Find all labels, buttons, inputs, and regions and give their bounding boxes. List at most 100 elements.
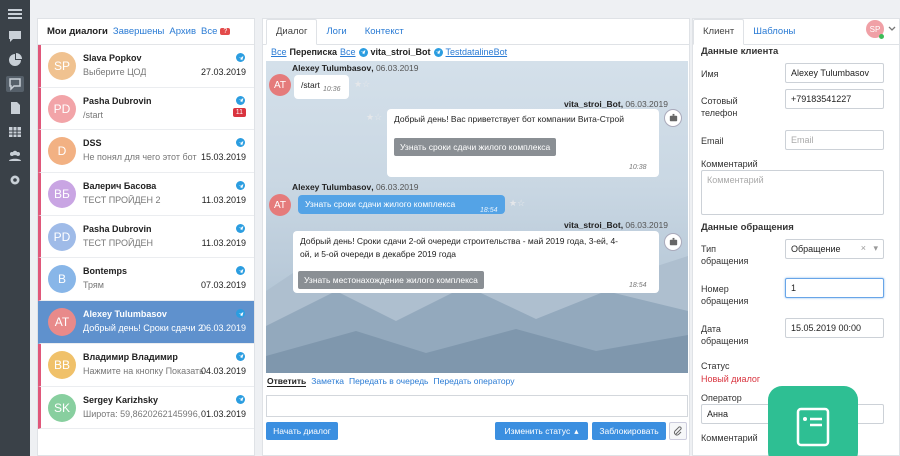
client-section-title: Данные клиента <box>701 46 779 57</box>
message-time: 10:36 <box>323 86 341 93</box>
action-queue[interactable]: Передать в очередь <box>349 376 429 387</box>
name-field[interactable]: Alexey Tulumbasov <box>785 63 884 83</box>
app-root: Мои диалоги Завершены Архив Все ? SP Slav… <box>0 0 900 456</box>
tab-dialog[interactable]: Диалог <box>266 19 318 45</box>
tab-logs[interactable]: Логи <box>317 26 355 44</box>
dialog-date: 07.03.2019 <box>200 280 246 291</box>
chat-icon[interactable] <box>6 28 24 44</box>
dialog-item[interactable]: ВВ Владимир Владимир Нажмите на кнопку Пок… <box>38 343 254 387</box>
chevron-down-icon: ▾ <box>873 243 878 253</box>
dialog-item[interactable]: ВБ Валерич Басова ТЕСТ ПРОЙДЕН 2 11.03.2019 <box>38 173 254 216</box>
dialog-name: Pasha Dubrovin <box>83 223 152 234</box>
paperclip-icon <box>674 426 682 436</box>
chevron-down-icon[interactable] <box>888 26 896 32</box>
status-value: Новый диалог <box>701 374 761 384</box>
dialog-date: 27.03.2019 <box>200 67 246 77</box>
phone-field[interactable]: +79183541227 <box>785 89 884 109</box>
dialog-last-message: Добрый день! Сроки сдачи 2 <box>83 323 203 334</box>
block-button[interactable]: Заблокировать <box>592 422 666 440</box>
dialog-last-message: Нажмите на кнопку Показать <box>83 365 203 376</box>
email-field[interactable]: Email <box>785 130 884 150</box>
tab-context[interactable]: Контекст <box>356 26 413 44</box>
avatar: AT <box>48 308 76 337</box>
attach-button[interactable] <box>669 422 687 440</box>
telegram-icon <box>236 138 245 148</box>
type-label: Тип обращения <box>701 244 749 266</box>
avatar: AT <box>269 194 291 216</box>
dialog-name: Pasha Dubrovin <box>83 95 152 106</box>
dialog-item[interactable]: PD Pasha Dubrovin ТЕСТ ПРОЙДЕН 11.03.2019 <box>38 215 254 259</box>
dialog-item[interactable]: PDPasha Dubrovin/start19.03.201911 <box>38 87 254 131</box>
message-time: 18:54 <box>629 282 647 289</box>
unread-count-badge: 11 <box>232 107 246 117</box>
document-icon <box>796 407 830 447</box>
message-header: vita_stroi_Bot, 06.03.2019 <box>564 99 668 109</box>
document-action-button[interactable] <box>768 386 858 456</box>
dialog-item[interactable]: SP Slava Popkov Выберите ЦОД 27.03.2019 <box>38 45 254 88</box>
crumb-all-2[interactable]: Все <box>340 47 356 57</box>
dialogs-icon[interactable] <box>6 76 24 92</box>
dialog-item[interactable]: D DSS Не понял для чего этот бот 15.03.2019 <box>38 130 254 174</box>
tab-all[interactable]: Все <box>201 26 217 37</box>
dialog-name: Alexey Tulumbasov <box>83 309 167 320</box>
telegram-icon <box>236 181 245 191</box>
telegram-icon <box>358 47 368 57</box>
crumb-correspondence: Переписка <box>289 47 337 57</box>
dialog-date: 15.03.2019 <box>200 152 246 163</box>
online-status-dot <box>879 34 884 39</box>
tab-client[interactable]: Клиент <box>693 19 745 45</box>
menu-icon[interactable] <box>6 6 24 22</box>
tab-templates[interactable]: Шаблоны <box>744 26 804 44</box>
date-field[interactable]: 15.05.2019 00:00 <box>785 318 884 338</box>
crumb-bot-2[interactable]: TestdatalineBot <box>446 47 508 57</box>
avatar: PD <box>48 94 76 123</box>
dialog-name: Sergey Karizhsky <box>83 394 159 405</box>
tab-archive[interactable]: Архив <box>169 26 196 37</box>
comment-field[interactable]: Комментарий <box>701 170 884 215</box>
chat-tabs: Диалог Логи Контекст <box>263 19 689 45</box>
telegram-icon <box>236 351 245 361</box>
star-icon[interactable]: ★☆ <box>509 198 525 209</box>
message-text: ой, и 5-ой очереди в декабре 2019 года <box>300 249 457 259</box>
name-label: Имя <box>701 69 719 79</box>
avatar: SP <box>48 52 76 80</box>
bot-icon <box>664 109 682 127</box>
telegram-icon <box>236 309 245 319</box>
table-icon[interactable] <box>6 124 24 140</box>
tab-my-dialogs[interactable]: Мои диалоги <box>47 26 108 37</box>
dialog-last-message: Не понял для чего этот бот <box>83 152 197 163</box>
dialog-item[interactable]: SK Sergey Karizhsky Широта: 59,86202621459… <box>38 386 254 430</box>
users-icon[interactable] <box>6 148 24 164</box>
email-label: Email <box>701 136 724 146</box>
change-status-button[interactable]: Изменить статус ▴ <box>495 422 588 440</box>
clear-icon[interactable]: × <box>861 243 866 253</box>
dialog-last-message: Трям <box>83 280 104 291</box>
comment-label: Комментарий <box>701 159 758 169</box>
gear-icon[interactable] <box>6 172 24 188</box>
quick-reply-button[interactable]: Узнать сроки сдачи жилого комплекса <box>394 138 557 156</box>
message-input[interactable] <box>266 395 688 417</box>
avatar: PD <box>48 222 76 251</box>
chart-pie-icon[interactable] <box>6 52 24 68</box>
crumb-all[interactable]: Все <box>271 47 287 57</box>
dialogs-tabs: Мои диалоги Завершены Архив Все ? <box>38 19 254 45</box>
start-dialog-button[interactable]: Начать диалог <box>266 422 338 440</box>
avatar: B <box>48 265 76 294</box>
dialog-name: Bontemps <box>83 266 128 277</box>
action-reply[interactable]: Ответить <box>267 376 307 387</box>
dialog-item[interactable]: B Bontemps Трям 07.03.2019 <box>38 258 254 302</box>
star-icon[interactable]: ★☆ <box>366 112 382 123</box>
dialog-date: 04.03.2019 <box>200 365 246 376</box>
document-icon[interactable] <box>6 100 24 116</box>
operator-label: Оператор <box>701 393 742 403</box>
star-icon[interactable]: ★☆ <box>354 79 370 90</box>
dialog-item[interactable]: AT Alexey Tulumbasov Добрый день! Сроки сд… <box>38 301 254 344</box>
quick-reply-button[interactable]: Узнать местонахождение жилого комплекса <box>298 271 484 289</box>
number-field[interactable]: 1 <box>785 278 884 298</box>
tab-finished[interactable]: Завершены <box>113 26 165 37</box>
action-note[interactable]: Заметка <box>311 376 344 387</box>
dialog-date: 01.03.2019 <box>200 408 246 419</box>
type-select[interactable]: Обращение × ▾ <box>785 239 884 259</box>
action-operator[interactable]: Передать оператору <box>434 376 515 387</box>
dialog-date: 06.03.2019 <box>200 323 246 334</box>
